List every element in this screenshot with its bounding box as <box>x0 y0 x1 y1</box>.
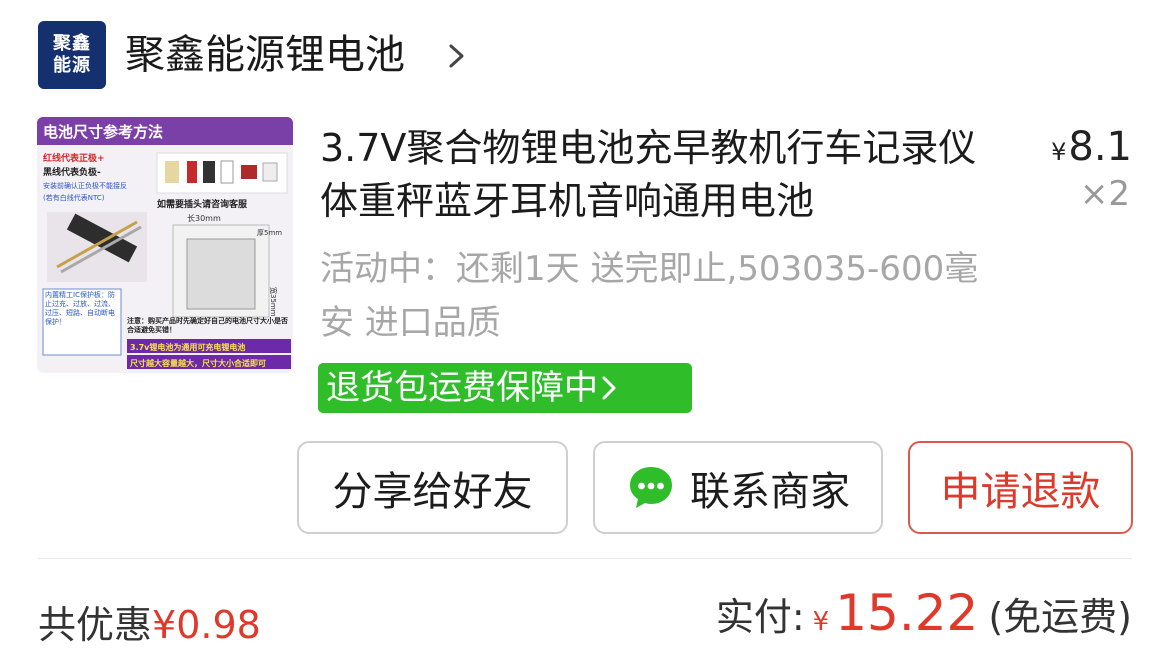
price-currency: ¥ <box>1051 138 1067 166</box>
store-name[interactable]: 聚鑫能源锂电池 <box>125 30 405 80</box>
discount-amount: ¥0.98 <box>152 603 261 647</box>
product-thumbnail[interactable]: 电池尺寸参考方法 红线代表正极+ 黑线代表负极- 安装前确认正负极不能接反 (若… <box>37 117 293 373</box>
product-title[interactable]: 3.7V聚合物锂电池充早教机行车记录仪体重秤蓝牙耳机音响通用电池 <box>320 122 990 228</box>
paid-total: 实付: ¥ 15.22 (免运费) <box>716 584 1132 642</box>
contact-button-label: 联系商家 <box>690 468 850 515</box>
thumb-plug-note: 如需要插头请咨询客服 <box>157 198 248 210</box>
thumb-general: 3.7v锂电池为通用可充电锂电池 <box>130 342 245 352</box>
thumb-protect-note: 内置精工IC保护板：防止过充、过放、过流、过压、短路、自动断电保护！ <box>45 291 115 326</box>
product-activity-note: 活动中：还剩1天 送完即止,503035-600毫安 进口品质 <box>320 249 979 343</box>
thumb-note-blue: 安装前确认正负极不能接反 <box>43 181 127 190</box>
paid-amount: 15.22 <box>835 584 979 642</box>
shipping-note: (免运费) <box>988 595 1132 639</box>
store-header[interactable]: 聚鑫 能源 聚鑫能源锂电池 <box>0 0 1170 112</box>
thumb-size-note: 尺寸越大容量越大，尺寸大小合适即可 <box>130 358 266 368</box>
refund-button-label: 申请退款 <box>940 468 1101 515</box>
divider <box>38 558 1132 559</box>
product-price: ¥8.1 <box>1051 124 1132 170</box>
paid-currency: ¥ <box>812 607 830 637</box>
price-value: 8.1 <box>1068 124 1132 170</box>
chevron-right-icon <box>602 376 616 400</box>
chevron-right-icon[interactable] <box>446 41 468 71</box>
product-card[interactable]: 电池尺寸参考方法 红线代表正极+ 黑线代表负极- 安装前确认正负极不能接反 (若… <box>0 112 1170 560</box>
store-logo-line2: 能源 <box>53 55 91 76</box>
share-button-label: 分享给好友 <box>332 468 533 515</box>
return-badge-label: 退货包运费保障中 <box>326 368 598 408</box>
svg-text:厚5mm: 厚5mm <box>257 229 282 237</box>
svg-text:宽35mm: 宽35mm <box>269 287 278 317</box>
svg-text:长30mm: 长30mm <box>187 213 221 223</box>
discount-total: 共优惠¥0.98 <box>38 594 261 649</box>
thumb-cable-image <box>47 212 147 282</box>
thumb-note-ntc: (若有白线代表NTC) <box>43 193 105 202</box>
apply-refund-button[interactable]: 申请退款 <box>908 441 1133 534</box>
store-logo-line1: 聚鑫 <box>53 33 91 54</box>
product-thumbnail-image: 电池尺寸参考方法 红线代表正极+ 黑线代表负极- 安装前确认正负极不能接反 (若… <box>37 117 293 373</box>
return-shipping-badge[interactable]: 退货包运费保障中 <box>318 363 692 413</box>
discount-label: 共优惠 <box>38 603 153 647</box>
chat-bubble-icon <box>630 466 672 508</box>
paid-label: 实付: <box>715 595 805 639</box>
thumb-battery-diagram: 长30mm 厚5mm 宽35mm <box>172 213 282 318</box>
order-summary: 共优惠¥0.98 实付: ¥ 15.22 (免运费) <box>0 560 1170 665</box>
share-to-friend-button[interactable]: 分享给好友 <box>297 441 568 534</box>
thumb-attention: 注意：购买产品时先确定好自己的电池尺寸大小是否合适避免买错！ <box>127 317 288 334</box>
store-logo[interactable]: 聚鑫 能源 <box>38 21 106 89</box>
product-quantity: ×2 <box>1079 174 1130 214</box>
thumb-note-red: 红线代表正极+ <box>43 152 105 164</box>
contact-merchant-button[interactable]: 联系商家 <box>593 441 883 534</box>
thumb-heading: 电池尺寸参考方法 <box>43 123 163 141</box>
thumb-note-black: 黑线代表负极- <box>43 166 101 178</box>
